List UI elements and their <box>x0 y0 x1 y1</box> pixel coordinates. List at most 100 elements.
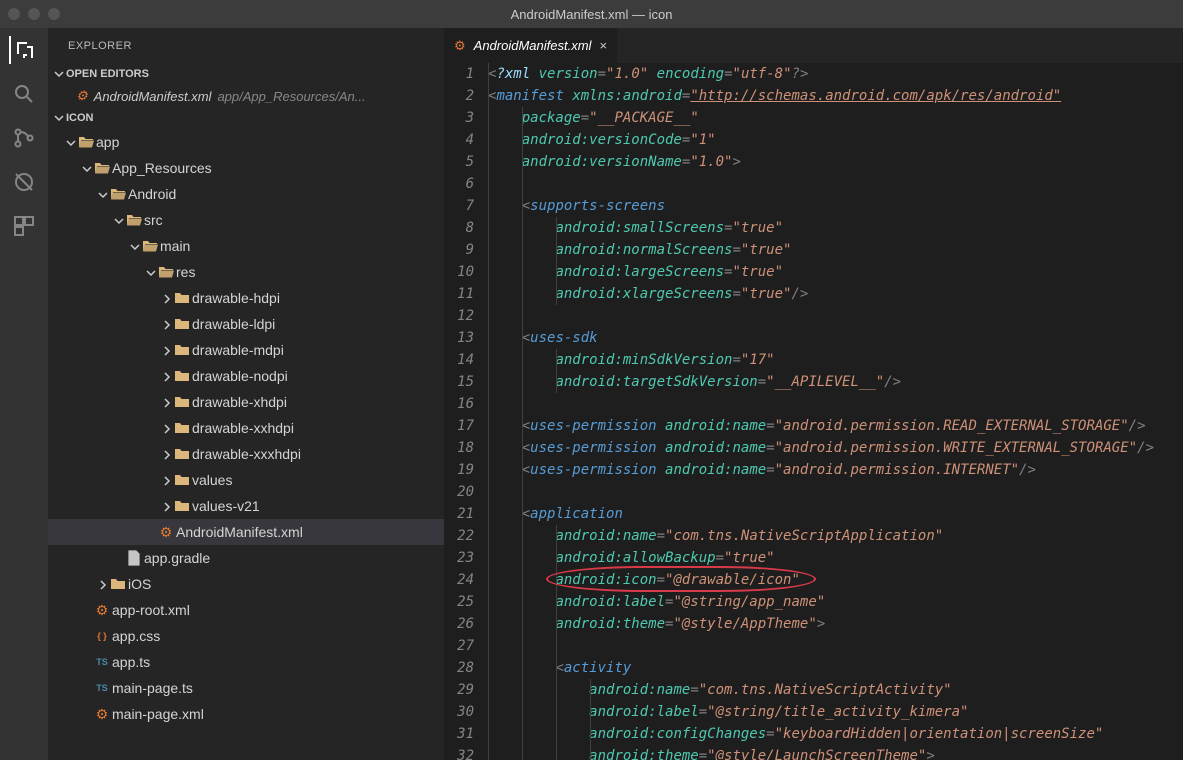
tree-item-values[interactable]: values <box>48 467 444 493</box>
code-line[interactable]: android:theme="@style/LaunchScreenTheme"… <box>488 745 1183 760</box>
line-number-gutter: 1234567891011121314151617181920212223242… <box>444 63 488 760</box>
line-number: 19 <box>444 459 474 481</box>
code-line[interactable]: <uses-permission android:name="android.p… <box>488 459 1183 481</box>
code-line[interactable]: <supports-screens <box>488 195 1183 217</box>
code-line[interactable]: android:name="com.tns.NativeScriptActivi… <box>488 679 1183 701</box>
code-line[interactable] <box>488 305 1183 327</box>
code-line[interactable]: android:versionName="1.0"> <box>488 151 1183 173</box>
xml-file-icon: ⚙ <box>454 38 466 54</box>
code-line[interactable]: <uses-permission android:name="android.p… <box>488 415 1183 437</box>
tree-item-mainPageXml[interactable]: ⚙main-page.xml <box>48 701 444 727</box>
code-line[interactable]: android:xlargeScreens="true"/> <box>488 283 1183 305</box>
tree-item-drawableLdpi[interactable]: drawable-ldpi <box>48 311 444 337</box>
chevron-right-icon <box>160 422 172 434</box>
line-number: 17 <box>444 415 474 437</box>
tree-item-main[interactable]: main <box>48 233 444 259</box>
line-number: 3 <box>444 107 474 129</box>
code-line[interactable]: android:configChanges="keyboardHidden|or… <box>488 723 1183 745</box>
code-line[interactable]: android:normalScreens="true" <box>488 239 1183 261</box>
window-zoom-button[interactable] <box>48 8 60 20</box>
folder-root-section[interactable]: ICON <box>48 107 444 129</box>
tree-item-label: drawable-hdpi <box>192 290 280 306</box>
code-line[interactable]: android:allowBackup="true" <box>488 547 1183 569</box>
code-line[interactable]: android:name="com.tns.NativeScriptApplic… <box>488 525 1183 547</box>
code-line[interactable]: <manifest xmlns:android="http://schemas.… <box>488 85 1183 107</box>
tree-item-drawableXhdpi[interactable]: drawable-xhdpi <box>48 389 444 415</box>
code-line[interactable]: android:minSdkVersion="17" <box>488 349 1183 371</box>
close-icon[interactable]: × <box>599 38 607 53</box>
extensions-activity-icon[interactable] <box>10 212 38 240</box>
editor-tab[interactable]: ⚙ AndroidManifest.xml × <box>444 28 618 63</box>
editor-body[interactable]: 1234567891011121314151617181920212223242… <box>444 63 1183 760</box>
chevron-right-icon <box>160 344 172 356</box>
tree-item-appGradle[interactable]: app.gradle <box>48 545 444 571</box>
tree-item-label: app.ts <box>112 654 150 670</box>
tree-item-android[interactable]: Android <box>48 181 444 207</box>
tree-item-mainPageTs[interactable]: TSmain-page.ts <box>48 675 444 701</box>
tree-item-drawableXxhdpi[interactable]: drawable-xxhdpi <box>48 415 444 441</box>
folder-icon <box>172 342 192 358</box>
window-close-button[interactable] <box>8 8 20 20</box>
code-line[interactable]: <application <box>488 503 1183 525</box>
tree-item-valuesV21[interactable]: values-v21 <box>48 493 444 519</box>
chevron-right-icon <box>96 578 108 590</box>
tree-item-drawableMdpi[interactable]: drawable-mdpi <box>48 337 444 363</box>
code-line[interactable]: package="__PACKAGE__" <box>488 107 1183 129</box>
code-line[interactable]: <uses-permission android:name="android.p… <box>488 437 1183 459</box>
tree-item-label: Android <box>128 186 176 202</box>
code-area[interactable]: <?xml version="1.0" encoding="utf-8"?><m… <box>488 63 1183 760</box>
code-line[interactable] <box>488 393 1183 415</box>
tree-item-drawableHdpi[interactable]: drawable-hdpi <box>48 285 444 311</box>
file-icon <box>124 550 144 566</box>
open-editors-section[interactable]: OPEN EDITORS <box>48 63 444 85</box>
tree-item-manifest[interactable]: ⚙AndroidManifest.xml <box>48 519 444 545</box>
tree-item-src[interactable]: src <box>48 207 444 233</box>
code-line[interactable]: android:label="@string/title_activity_ki… <box>488 701 1183 723</box>
scm-activity-icon[interactable] <box>10 124 38 152</box>
tree-item-ios[interactable]: iOS <box>48 571 444 597</box>
tree-item-label: src <box>144 212 163 228</box>
code-line[interactable]: android:largeScreens="true" <box>488 261 1183 283</box>
window-minimize-button[interactable] <box>28 8 40 20</box>
line-number: 15 <box>444 371 474 393</box>
code-line[interactable] <box>488 635 1183 657</box>
editor-group: ⚙ AndroidManifest.xml × 1234567891011121… <box>444 28 1183 760</box>
tree-item-appResources[interactable]: App_Resources <box>48 155 444 181</box>
tree-item-appRoot[interactable]: ⚙app-root.xml <box>48 597 444 623</box>
open-editor-filename: AndroidManifest.xml <box>94 89 212 104</box>
code-line[interactable]: <uses-sdk <box>488 327 1183 349</box>
tree-item-drawableNodpi[interactable]: drawable-nodpi <box>48 363 444 389</box>
open-editor-item[interactable]: ⚙ AndroidManifest.xml app/App_Resources/… <box>48 85 444 107</box>
folder-open-icon <box>140 238 160 254</box>
tree-item-label: drawable-xxxhdpi <box>192 446 301 462</box>
tree-item-label: App_Resources <box>112 160 212 176</box>
tree-item-appCss[interactable]: { }app.css <box>48 623 444 649</box>
code-line[interactable]: android:theme="@style/AppTheme"> <box>488 613 1183 635</box>
chevron-down-icon <box>80 162 92 174</box>
code-line[interactable]: android:label="@string/app_name" <box>488 591 1183 613</box>
folder-icon <box>172 472 192 488</box>
folder-icon <box>172 498 192 514</box>
debug-activity-icon[interactable] <box>10 168 38 196</box>
code-line[interactable] <box>488 481 1183 503</box>
code-line[interactable]: <?xml version="1.0" encoding="utf-8"?> <box>488 63 1183 85</box>
code-line[interactable]: android:smallScreens="true" <box>488 217 1183 239</box>
sidebar-title: EXPLORER <box>48 28 444 63</box>
code-line[interactable] <box>488 173 1183 195</box>
chevron-down-icon <box>52 111 66 125</box>
code-line[interactable]: <activity <box>488 657 1183 679</box>
explorer-activity-icon[interactable] <box>9 36 37 64</box>
tree-item-label: AndroidManifest.xml <box>176 524 303 540</box>
code-line[interactable]: android:versionCode="1" <box>488 129 1183 151</box>
line-number: 22 <box>444 525 474 547</box>
line-number: 23 <box>444 547 474 569</box>
code-line[interactable]: android:targetSdkVersion="__APILEVEL__"/… <box>488 371 1183 393</box>
open-editors-label: OPEN EDITORS <box>66 68 149 80</box>
tree-item-drawableXxxhdpi[interactable]: drawable-xxxhdpi <box>48 441 444 467</box>
code-line[interactable]: android:icon="@drawable/icon" <box>488 569 1183 591</box>
tree-item-app[interactable]: app <box>48 129 444 155</box>
search-activity-icon[interactable] <box>10 80 38 108</box>
tree-item-res[interactable]: res <box>48 259 444 285</box>
line-number: 4 <box>444 129 474 151</box>
tree-item-appTs[interactable]: TSapp.ts <box>48 649 444 675</box>
